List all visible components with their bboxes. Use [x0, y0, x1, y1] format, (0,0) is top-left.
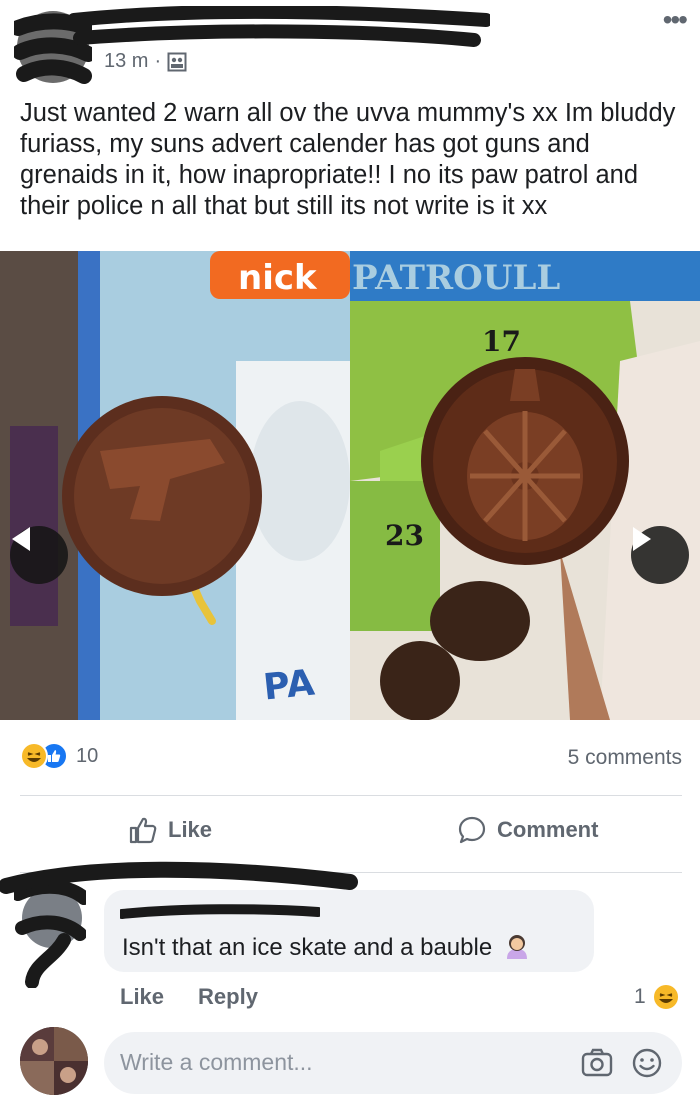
woman-shrugging-emoji-icon	[506, 935, 527, 959]
previous-photo-button[interactable]	[10, 526, 68, 584]
door-number-17: 17	[482, 325, 521, 358]
camera-icon[interactable]	[580, 1046, 614, 1080]
emoji-smiley-icon[interactable]	[630, 1046, 664, 1080]
next-photo-button[interactable]	[631, 526, 689, 584]
commenter-name-redacted[interactable]	[120, 900, 320, 922]
audience-group-icon	[167, 52, 187, 71]
comment-bubble: Isn't that an ice skate and a bauble	[104, 890, 594, 972]
user-avatar[interactable]	[20, 1027, 88, 1095]
post-meta: 13 m ·	[104, 50, 187, 73]
comment-like-link[interactable]: Like	[120, 984, 164, 1010]
divider	[20, 795, 682, 796]
comment-button[interactable]: Comment	[457, 815, 598, 845]
comment-composer[interactable]: Write a comment...	[104, 1032, 682, 1094]
thumbs-up-icon	[129, 817, 157, 844]
comment-actions: Like Reply	[120, 984, 258, 1010]
reaction-count: 10	[76, 744, 99, 767]
chevron-right-icon	[633, 527, 651, 551]
haha-reaction-icon	[651, 983, 680, 1011]
more-options-icon[interactable]: •••	[663, 4, 688, 36]
post-header: 13 m · •••	[0, 0, 700, 88]
comment-reply-link[interactable]: Reply	[198, 984, 258, 1010]
advent-calendar-photo: nick PA PATROULL	[0, 251, 700, 720]
chevron-left-icon	[12, 527, 30, 551]
comments-count-link[interactable]: 5 comments	[568, 746, 682, 770]
comment-reaction-count: 1	[634, 985, 646, 1008]
author-name-redacted[interactable]	[70, 6, 490, 54]
paw-patrol-banner-text: PATROULL	[352, 258, 560, 298]
post-image[interactable]: nick PA PATROULL 17 23	[0, 251, 700, 720]
comment-text: Isn't that an ice skate and a bauble	[122, 932, 531, 962]
svg-text:PA: PA	[261, 663, 316, 709]
comment-button-label: Comment	[497, 817, 599, 842]
comment-input-placeholder: Write a comment...	[120, 1049, 313, 1075]
door-number-23: 23	[385, 519, 424, 552]
nick-logo-text: nick	[238, 258, 318, 298]
meta-separator: ·	[154, 50, 162, 72]
comment-text-content: Isn't that an ice skate and a bauble	[122, 934, 493, 961]
comment-bubble-icon	[458, 816, 486, 844]
comment-reactions[interactable]: 1	[634, 983, 680, 1011]
like-button-label: Like	[168, 817, 213, 842]
post-text: Just wanted 2 warn all ov the uvva mummy…	[20, 99, 676, 220]
like-button[interactable]: Like	[128, 815, 212, 845]
post-timestamp[interactable]: 13 m	[104, 50, 148, 73]
reactions-summary[interactable]: 10	[20, 742, 98, 770]
haha-reaction-icon	[20, 742, 48, 770]
